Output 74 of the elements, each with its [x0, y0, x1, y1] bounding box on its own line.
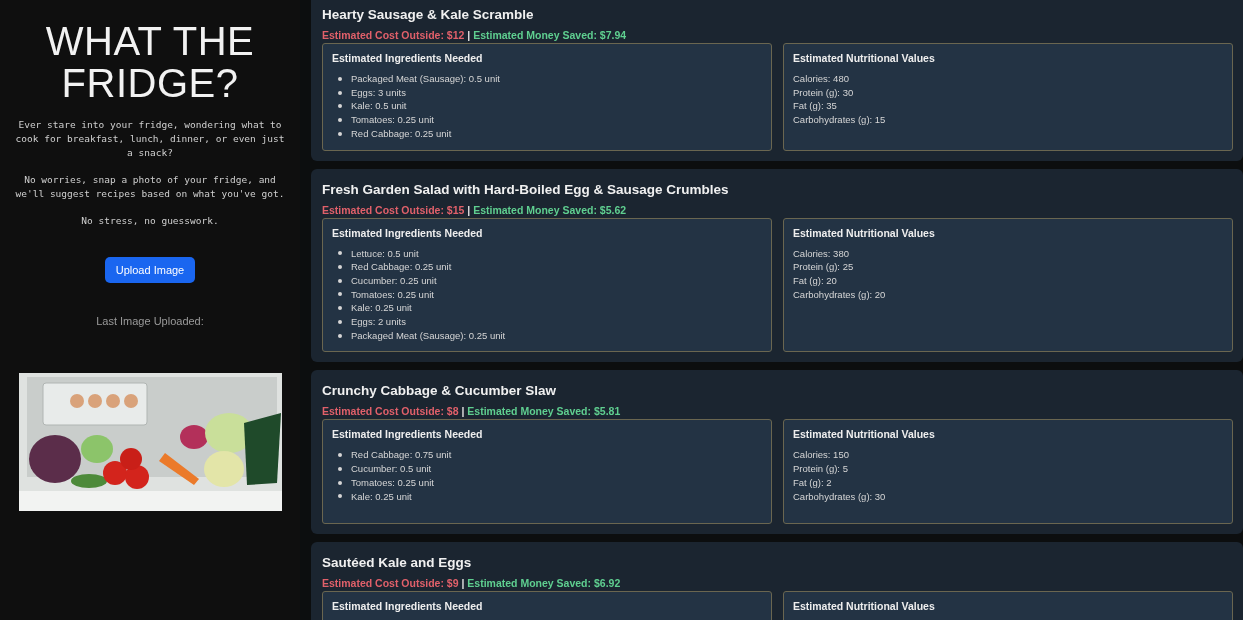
- nutrition-text: Fat (g): 20: [793, 273, 838, 288]
- nutrition-text: Protein (g): 30: [793, 85, 855, 100]
- nutrition-text: Calories: 480: [793, 72, 850, 86]
- bullet-icon: [338, 131, 342, 136]
- bullet-icon: [338, 453, 342, 458]
- recipe-title: Crunchy Cabbage & Cucumber Slaw: [322, 382, 558, 401]
- app-title: WHAT THE FRIDGE?: [44, 20, 256, 104]
- intro-text: No worries, snap a photo of your fridge, and we'll suggest recipes based on what you've got.: [14, 173, 286, 201]
- panel-heading: Estimated Ingredients Needed: [332, 226, 484, 239]
- ingredient-text: Red Cabbage: 0.75 unit: [351, 448, 452, 463]
- nutrition-text: Calories: 380: [793, 246, 850, 261]
- nutrition-text: Carbohydrates (g): 30: [793, 489, 887, 504]
- ingredient-text: Eggs: 3 units: [351, 85, 406, 100]
- intro-text: No stress, no guesswork.: [81, 214, 219, 228]
- cost-outside-text: Estimated Cost Outside: $9: [322, 577, 459, 590]
- intro-text: Ever stare into your fridge, wondering what to cook for breakfast, lunch, dinner, or even just a snack?: [14, 118, 286, 160]
- bullet-icon: [338, 494, 342, 499]
- recipe-title: Sautéed Kale and Eggs: [322, 554, 473, 573]
- nutrition-text: Fat (g): 35: [793, 99, 838, 114]
- nutrition-text: Protein (g): 25: [793, 260, 855, 274]
- ingredient-text: Tomatoes: 0.25 unit: [351, 287, 434, 302]
- bullet-icon: [338, 467, 342, 471]
- panel-heading: Estimated Ingredients Needed: [332, 600, 484, 613]
- bullet-icon: [338, 319, 342, 324]
- bullet-icon: [338, 292, 342, 297]
- money-saved-text: Estimated Money Saved: $6.92: [467, 577, 621, 590]
- ingredient-text: Cucumber: 0.5 unit: [351, 462, 432, 476]
- ingredient-text: Kale: 0.5 unit: [351, 99, 407, 114]
- cost-outside-text: Estimated Cost Outside: $15: [322, 203, 465, 216]
- cost-outside-text: Estimated Cost Outside: $8: [322, 405, 459, 418]
- bullet-icon: [338, 90, 342, 95]
- ingredient-text: Cucumber: 0.25 unit: [351, 273, 437, 288]
- ingredient-text: Kale: 0.25 unit: [351, 301, 412, 316]
- panel-heading: Estimated Ingredients Needed: [332, 52, 484, 64]
- ingredient-text: Packaged Meat (Sausage): 0.5 unit: [351, 72, 500, 86]
- separator-text: |: [467, 29, 471, 41]
- ingredient-text: Tomatoes: 0.25 unit: [351, 113, 434, 127]
- nutrition-text: Protein (g): 5: [793, 462, 849, 476]
- ingredient-text: Eggs: 2 units: [351, 315, 406, 329]
- bullet-icon: [338, 117, 342, 122]
- bullet-icon: [338, 76, 342, 81]
- money-saved-text: Estimated Money Saved: $5.81: [467, 405, 621, 418]
- ingredient-text: Red Cabbage: 0.25 unit: [351, 126, 452, 141]
- money-saved-text: Estimated Money Saved: $5.62: [473, 203, 627, 216]
- ingredient-text: Tomatoes: 0.25 unit: [351, 475, 434, 490]
- panel-heading: Estimated Nutritional Values: [793, 52, 936, 64]
- ingredient-text: Lettuce: 0.5 unit: [351, 246, 419, 261]
- ingredient-text: Kale: 0.25 unit: [351, 489, 412, 504]
- money-saved-text: Estimated Money Saved: $7.94: [473, 29, 627, 41]
- bullet-icon: [338, 333, 342, 338]
- recipe-title: Hearty Sausage & Kale Scramble: [322, 6, 535, 24]
- panel-heading: Estimated Ingredients Needed: [332, 428, 484, 441]
- bullet-icon: [338, 104, 342, 109]
- panel-heading: Estimated Nutritional Values: [793, 600, 936, 613]
- upload-image-button[interactable]: Upload Image: [104, 257, 196, 283]
- bullet-icon: [338, 278, 342, 283]
- ingredient-text: Red Cabbage: 0.25 unit: [351, 260, 452, 274]
- bullet-icon: [338, 480, 342, 485]
- bullet-icon: [338, 251, 342, 256]
- bullet-icon: [338, 306, 342, 311]
- nutrition-text: Carbohydrates (g): 15: [793, 113, 887, 127]
- last-image-label: Last Image Uploaded:: [96, 315, 204, 327]
- nutrition-text: Fat (g): 2: [793, 475, 833, 490]
- nutrition-text: Calories: 150: [793, 448, 850, 463]
- nutrition-text: Carbohydrates (g): 20: [793, 287, 887, 302]
- cost-outside-text: Estimated Cost Outside: $12: [322, 29, 465, 41]
- separator-text: |: [461, 405, 465, 418]
- separator-text: |: [467, 203, 471, 216]
- ingredient-text: Packaged Meat (Sausage): 0.25 unit: [351, 328, 506, 343]
- panel-heading: Estimated Nutritional Values: [793, 428, 936, 441]
- recipe-title: Fresh Garden Salad with Hard-Boiled Egg & Sausage Crumbles: [322, 180, 730, 199]
- separator-text: |: [461, 577, 465, 590]
- panel-heading: Estimated Nutritional Values: [793, 226, 936, 239]
- bullet-icon: [338, 265, 342, 270]
